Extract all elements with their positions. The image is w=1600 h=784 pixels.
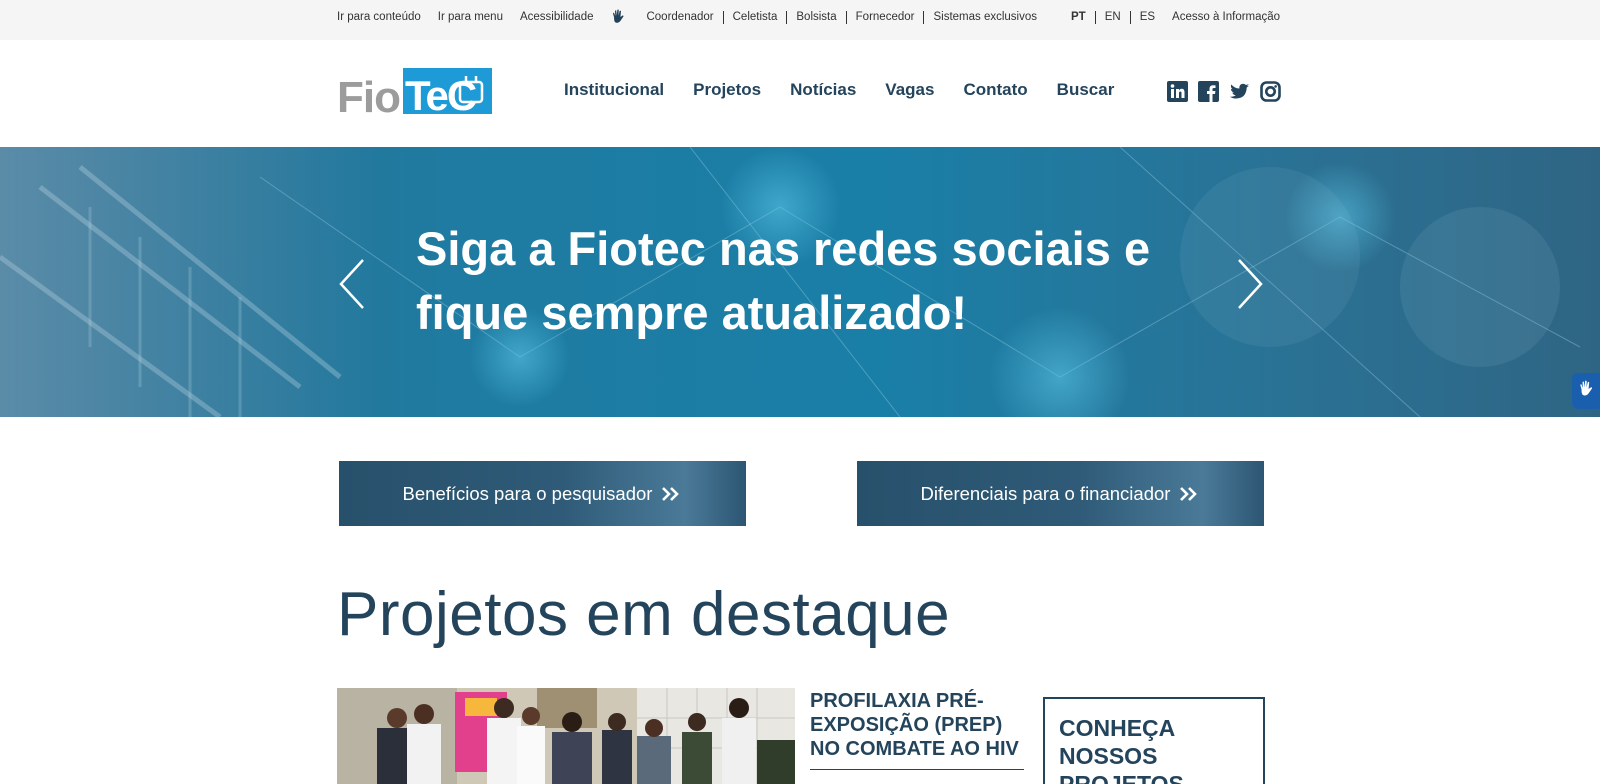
main-navigation: Institucional Projetos Notícias Vagas Co… <box>564 80 1114 100</box>
hero-headline-line1: Siga a Fiotec nas redes sociais e <box>416 222 1151 275</box>
hero-headline: Siga a Fiotec nas redes sociais e fique … <box>416 217 1176 345</box>
double-chevron-right-icon <box>660 486 682 502</box>
skip-to-content-link[interactable]: Ir para conteúdo <box>337 11 421 23</box>
nav-projetos[interactable]: Projetos <box>693 80 761 100</box>
know-our-projects-box[interactable]: CONHEÇA NOSSOS PROJETOS <box>1043 697 1265 784</box>
nav-contato[interactable]: Contato <box>963 80 1027 100</box>
language-en[interactable]: EN <box>1094 10 1130 24</box>
language-es[interactable]: ES <box>1129 10 1164 24</box>
linkedin-icon[interactable] <box>1167 81 1188 102</box>
profile-link-coordenador[interactable]: Coordenador <box>646 11 722 24</box>
facebook-icon[interactable] <box>1198 81 1219 102</box>
utility-bar: Ir para conteúdo Ir para menu Acessibili… <box>0 0 1600 40</box>
utility-links: Ir para conteúdo Ir para menu Acessibili… <box>337 0 1280 34</box>
sign-language-icon <box>1577 379 1597 404</box>
featured-projects-heading: Projetos em destaque <box>337 580 951 649</box>
skip-to-menu-link[interactable]: Ir para menu <box>438 11 503 23</box>
profile-link-sistemas-exclusivos[interactable]: Sistemas exclusivos <box>923 10 1046 24</box>
hero-banner: Siga a Fiotec nas redes sociais e fique … <box>0 147 1600 417</box>
double-chevron-right-icon <box>1178 486 1200 502</box>
chevron-right-icon[interactable] <box>1235 257 1265 311</box>
funder-differentials-button[interactable]: Diferenciais para o financiador <box>857 461 1264 526</box>
hero-headline-line2: fique sempre atualizado! <box>416 286 968 339</box>
site-header: Fio TeC Institucional Projetos Notícias … <box>0 40 1600 147</box>
fiotec-logo[interactable]: Fio TeC <box>337 66 492 122</box>
twitter-icon[interactable] <box>1229 81 1250 102</box>
nav-noticias[interactable]: Notícias <box>790 80 856 100</box>
profile-link-bolsista[interactable]: Bolsista <box>786 10 845 24</box>
accessibility-link[interactable]: Acessibilidade <box>520 11 594 23</box>
profile-link-celetista[interactable]: Celetista <box>722 10 787 24</box>
access-to-information-link[interactable]: Acesso à Informação <box>1172 11 1280 23</box>
profile-links: Coordenador Celetista Bolsista Fornecedo… <box>646 10 1046 24</box>
chevron-left-icon[interactable] <box>337 257 367 311</box>
instagram-icon[interactable] <box>1260 81 1281 102</box>
vlibras-widget[interactable] <box>1572 373 1600 409</box>
funder-differentials-label: Diferenciais para o financiador <box>920 482 1171 504</box>
social-links <box>1167 81 1281 102</box>
language-pt[interactable]: PT <box>1062 11 1095 24</box>
know-our-projects-label: CONHEÇA NOSSOS PROJETOS <box>1059 715 1184 784</box>
language-switcher: PT EN ES <box>1062 10 1164 24</box>
nav-institucional[interactable]: Institucional <box>564 80 664 100</box>
profile-link-fornecedor[interactable]: Fornecedor <box>845 10 924 24</box>
svg-text:Fio: Fio <box>337 73 400 116</box>
researcher-benefits-button[interactable]: Benefícios para o pesquisador <box>339 461 746 526</box>
nav-buscar[interactable]: Buscar <box>1057 80 1115 100</box>
researcher-benefits-label: Benefícios para o pesquisador <box>402 482 653 504</box>
nav-vagas[interactable]: Vagas <box>885 80 934 100</box>
project-photo[interactable] <box>337 688 795 784</box>
project-divider <box>810 769 1024 770</box>
project-title-prep[interactable]: PROFILAXIA PRÉ-EXPOSIÇÃO (PREP) NO COMBA… <box>810 689 1025 761</box>
sign-language-icon[interactable] <box>610 8 628 26</box>
